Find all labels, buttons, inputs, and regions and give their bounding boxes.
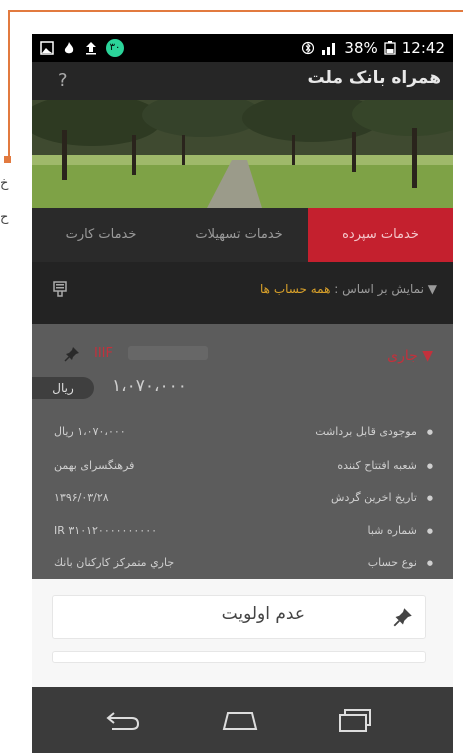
pin-icon[interactable]	[64, 346, 80, 362]
account-balance: ۱،۰۷۰،۰۰۰	[112, 376, 187, 396]
detail-label: نوع حساب	[368, 556, 433, 569]
annotation-line-left	[8, 10, 10, 158]
detail-value: IR ۳۱۰۱۲۰۰۰۰۰۰۰۰۰۰	[54, 524, 158, 537]
upload-icon	[86, 42, 96, 55]
detail-row: شماره شبا IR ۳۱۰۱۲۰۰۰۰۰۰۰۰۰۰	[32, 520, 453, 544]
detail-row: نوع حساب جاري متمركز كاركنان بانك	[32, 552, 453, 576]
sheet-option-2[interactable]	[52, 651, 426, 663]
currency-badge: ریال	[32, 377, 94, 399]
side-text-1: خ	[0, 176, 9, 191]
print-icon[interactable]	[52, 280, 68, 298]
account-type: جاری	[387, 348, 418, 364]
annotation-line-top	[8, 10, 463, 12]
filter-selector[interactable]: ▼ نمایش بر اساس : همه حساب ها	[260, 282, 437, 296]
help-button[interactable]: ?	[58, 70, 68, 91]
account-number-masked	[128, 346, 208, 360]
detail-row: تاریخ اخرین گردش ۱۳۹۶/۰۳/۲۸	[32, 487, 453, 511]
no-priority-label: عدم اولویت	[221, 604, 305, 624]
service-tabs: خدمات سپرده خدمات تسهیلات خدمات کارت	[32, 208, 453, 262]
detail-value: ۱،۰۷۰،۰۰۰ ریال	[54, 425, 126, 438]
filter-value: همه حساب ها	[260, 282, 331, 296]
android-nav-bar	[32, 687, 453, 753]
battery-percent: 38%	[344, 39, 378, 57]
detail-row: شعبه افتتاح کننده فرهنگسرای بهمن	[32, 455, 453, 479]
detail-row: موجودی قابل برداشت ۱،۰۷۰،۰۰۰ ریال	[32, 421, 453, 445]
app-header: ? همراه بانک ملت	[32, 62, 453, 100]
flame-icon	[64, 42, 74, 54]
tab-card-services[interactable]: خدمات کارت	[32, 208, 170, 262]
priority-sheet: عدم اولویت	[32, 579, 453, 687]
phone-screen: ۳۰ 38% 12:42 ? همراه بانک ملت خدمات سپرد…	[32, 34, 453, 753]
caret-down-icon: ▼	[417, 348, 433, 364]
app-title: همراه بانک ملت	[307, 68, 441, 88]
notification-badge: ۳۰	[106, 39, 124, 57]
detail-value: جاري متمركز كاركنان بانك	[54, 556, 175, 569]
home-icon[interactable]	[220, 707, 260, 733]
detail-label: شماره شبا	[368, 524, 434, 537]
back-icon[interactable]	[102, 707, 142, 733]
tab-deposit-services[interactable]: خدمات سپرده	[308, 208, 453, 262]
filter-label: نمایش بر اساس :	[334, 282, 424, 296]
detail-label: موجودی قابل برداشت	[315, 425, 433, 438]
banner-image	[32, 100, 453, 208]
detail-value: فرهنگسرای بهمن	[54, 459, 135, 472]
gallery-icon	[40, 41, 54, 55]
account-card[interactable]: ▼ جاری IIIF ریال ۱،۰۷۰،۰۰۰ موجودی قابل ب…	[32, 324, 453, 579]
filter-arrow-icon: ▼	[423, 282, 437, 296]
no-priority-option[interactable]: عدم اولویت	[52, 595, 426, 639]
clock: 12:42	[401, 39, 445, 57]
side-text-2: ح	[0, 210, 9, 225]
detail-label: تاریخ اخرین گردش	[331, 491, 433, 504]
status-bar: ۳۰ 38% 12:42	[32, 34, 453, 62]
detail-label: شعبه افتتاح کننده	[337, 459, 433, 472]
recent-apps-icon[interactable]	[334, 707, 374, 733]
tab-loan-services[interactable]: خدمات تسهیلات	[170, 208, 308, 262]
bluetooth-icon	[302, 41, 315, 55]
annotation-marker	[4, 156, 11, 163]
signal-icon	[322, 43, 336, 55]
pin-icon	[393, 608, 412, 627]
account-number: IIIF	[94, 346, 113, 361]
detail-value: ۱۳۹۶/۰۳/۲۸	[54, 491, 109, 504]
account-type-toggle[interactable]: ▼ جاری	[387, 348, 433, 364]
battery-icon	[384, 41, 396, 55]
filter-row: ▼ نمایش بر اساس : همه حساب ها	[32, 262, 453, 324]
